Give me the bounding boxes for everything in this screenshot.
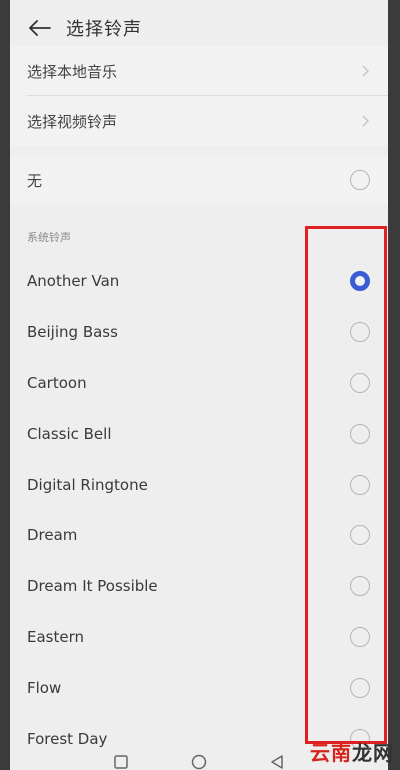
square-recent-icon [114,755,128,769]
chevron-right-icon [360,114,370,128]
ringtone-label: Dream [27,526,78,545]
ringtone-label: Dream It Possible [27,577,158,596]
menu-item-label: 选择视频铃声 [27,112,118,131]
circle-home-icon [191,754,207,770]
radio-button[interactable] [350,474,370,495]
ringtone-item[interactable]: Another Van [10,256,388,307]
menu-item-video-ringtone[interactable]: 选择视频铃声 [10,96,388,146]
none-option-label: 无 [27,171,43,190]
ringtone-label: Flow [27,678,62,697]
nav-recent-button[interactable] [113,754,129,770]
nav-home-button[interactable] [191,754,207,770]
ringtone-item[interactable]: Digital Ringtone [10,459,388,510]
radio-button[interactable] [350,525,370,546]
radio-button[interactable] [350,677,370,698]
radio-button[interactable] [350,576,370,597]
ringtone-item[interactable]: Classic Bell [10,408,388,459]
source-menu-card: 选择本地音乐 选择视频铃声 [10,46,388,146]
page-title: 选择铃声 [66,19,142,40]
triangle-back-icon [271,755,283,769]
menu-item-label: 选择本地音乐 [27,62,118,81]
ringtone-item[interactable]: Beijing Bass [10,307,388,358]
ringtone-label: Cartoon [27,373,87,392]
watermark-logo: 云南龙网 [310,737,394,766]
ringtone-item[interactable]: Flow [10,662,388,713]
arrow-left-icon [29,20,51,36]
none-option-card: 无 [10,155,388,205]
radio-button[interactable] [350,372,370,393]
ringtone-item[interactable]: Cartoon [10,358,388,409]
ringtone-none-option[interactable]: 无 [10,155,388,205]
watermark-text: 云南 [310,741,352,765]
ringtone-list: Another Van Beijing Bass Cartoon Classic… [10,256,388,764]
ringtone-label: Eastern [27,627,85,646]
ringtone-item[interactable]: Eastern [10,612,388,663]
ringtone-label: Classic Bell [27,424,112,443]
ringtone-label: Forest Day [27,729,108,748]
ringtone-item[interactable]: Dream [10,510,388,561]
ringtone-label: Digital Ringtone [27,475,148,494]
section-title-system-ringtones: 系统铃声 [27,231,71,244]
radio-button[interactable] [350,170,370,190]
ringtone-settings-screen: 选择铃声 选择本地音乐 选择视频铃声 无 系统铃声 Another Van Be… [10,0,388,770]
chevron-right-icon [360,64,370,78]
watermark-text: 龙网 [352,741,394,765]
radio-button[interactable] [350,423,370,444]
nav-back-button[interactable] [269,754,285,770]
radio-button[interactable] [350,322,370,343]
ringtone-item[interactable]: Dream It Possible [10,561,388,612]
ringtone-label: Another Van [27,272,120,291]
menu-item-local-music[interactable]: 选择本地音乐 [10,46,388,96]
radio-button-selected[interactable] [350,271,370,292]
back-button[interactable] [20,8,60,48]
ringtone-label: Beijing Bass [27,323,118,342]
phone-frame: 选择铃声 选择本地音乐 选择视频铃声 无 系统铃声 Another Van Be… [0,0,400,770]
radio-button[interactable] [350,626,370,647]
